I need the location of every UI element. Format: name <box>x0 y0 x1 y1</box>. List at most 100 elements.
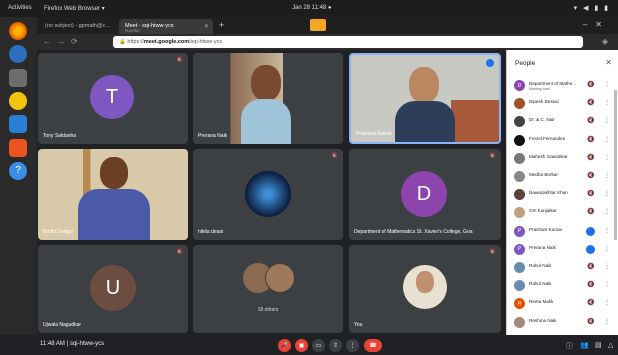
participant-list-item[interactable]: Rahul Naik 🔇 ⋮ <box>514 278 614 294</box>
more-options-icon[interactable]: ⋮ <box>604 281 610 288</box>
help-icon[interactable]: ? <box>9 162 27 180</box>
more-options-icon[interactable]: ⋮ <box>604 81 610 88</box>
back-forward-reload-icons[interactable]: ←→⟳ <box>43 37 84 46</box>
mic-toggle-button[interactable]: 🎤 <box>278 339 291 352</box>
more-options-button[interactable]: ⋮ <box>346 339 359 352</box>
avatar <box>514 152 525 164</box>
camera-toggle-button[interactable]: ▣ <box>295 339 308 352</box>
participant-tile-active-speaker[interactable]: Prashant Kumar <box>349 53 501 144</box>
tab-bar: (no subject) - gpmath@c… Meet - sqi-htww… <box>37 17 618 34</box>
avatar <box>514 134 525 146</box>
participant-name: Medha Borkar <box>529 172 558 177</box>
meeting-info: 11:48 AM | sqi-htww-ycs <box>40 341 105 347</box>
more-options-icon[interactable]: ⋮ <box>604 263 610 270</box>
mic-off-icon[interactable]: 🔇 <box>587 281 594 288</box>
writer-icon[interactable] <box>9 115 27 133</box>
avatar: T <box>90 75 134 119</box>
self-tile[interactable]: 🔇 You <box>349 245 501 333</box>
window-controls[interactable]: –✕ <box>583 20 610 29</box>
clock[interactable]: Jan 28 11:48 ● <box>292 5 332 11</box>
present-button[interactable]: ⇧ <box>329 339 342 352</box>
participant-tile[interactable]: Bodhi Dangui <box>38 149 188 240</box>
activities-button[interactable]: Activities <box>8 5 32 11</box>
participant-list-item[interactable]: Frezel Fernandes 🔇 ⋮ <box>514 133 614 149</box>
mic-off-icon[interactable]: 🔇 <box>587 190 594 197</box>
participant-list-item[interactable]: Medha Borkar 🔇 ⋮ <box>514 169 614 185</box>
files-icon[interactable] <box>9 69 27 87</box>
new-tab-button[interactable]: + <box>219 20 224 30</box>
participant-name: Frezel Fernandes <box>529 135 566 141</box>
more-options-icon[interactable]: ⋮ <box>604 208 610 215</box>
mic-off-icon[interactable]: 🔇 <box>587 81 594 88</box>
more-options-icon[interactable]: ⋮ <box>604 299 610 306</box>
more-options-icon[interactable]: ⋮ <box>604 245 610 252</box>
participant-list-item[interactable]: Nawazakhtar Khan 🔇 ⋮ <box>514 187 614 203</box>
tab-meet[interactable]: Meet - sqi-htww-ycs PLAYING ✕ <box>119 19 213 34</box>
others-tile[interactable]: 18 others <box>193 245 343 333</box>
app-menu[interactable]: Firefox Web Browser ▾ <box>44 5 105 12</box>
mic-off-icon[interactable]: 🔇 <box>587 117 594 124</box>
participant-tile[interactable]: 🔇 nikita desai <box>193 149 343 240</box>
avatar <box>514 280 525 292</box>
software-center-icon[interactable] <box>9 139 27 157</box>
participant-tile[interactable]: Prerana Naik <box>193 53 343 144</box>
participant-list-item[interactable]: Rahul Naik 🔇 ⋮ <box>514 260 614 276</box>
participant-tile[interactable]: U 🔇 Ujwala Nagudkar <box>38 245 188 333</box>
mic-off-icon[interactable]: 🔇 <box>587 172 594 179</box>
more-options-icon[interactable]: ⋮ <box>604 99 610 106</box>
mic-off-icon[interactable]: 🔇 <box>587 208 594 215</box>
dock: ? <box>0 17 37 355</box>
participant-list-item[interactable]: D Department of Mathe… Meeting host 🔇 ⋮ <box>514 78 614 94</box>
participant-list-item[interactable]: P Prerana Naik ⋮ <box>514 242 614 258</box>
participant-list-item[interactable]: Dipesh Dessai 🔇 ⋮ <box>514 96 614 112</box>
avatar <box>514 171 525 182</box>
person-body <box>78 189 150 240</box>
info-icon[interactable]: ⓘ <box>566 341 573 351</box>
participant-tile[interactable]: D 🔇 Department of Mathematics St. Xavier… <box>349 149 501 240</box>
participant-name: Rahul Naik <box>529 281 552 287</box>
more-options-icon[interactable]: ⋮ <box>604 117 610 124</box>
participant-list-item[interactable]: Reshma Naik 🔇 ⋮ <box>514 315 614 331</box>
more-options-icon[interactable]: ⋮ <box>604 190 610 197</box>
close-icon[interactable]: ✕ <box>605 58 612 67</box>
thunderbird-icon[interactable] <box>9 45 27 63</box>
participant-name: Prerana Naik <box>529 244 556 250</box>
captions-button[interactable]: ▭ <box>312 339 325 352</box>
rhythmbox-icon[interactable] <box>9 92 27 110</box>
participant-list-item[interactable]: P Prashant Kumar ⋮ <box>514 224 614 240</box>
participant-tile[interactable]: T 🔇 Tony Saldanha <box>38 53 188 144</box>
more-options-icon[interactable]: ⋮ <box>604 154 610 161</box>
mic-off-icon[interactable]: 🔇 <box>587 299 594 306</box>
activities-icon[interactable]: △ <box>608 341 613 349</box>
mic-off-icon[interactable]: 🔇 <box>587 263 594 270</box>
participant-list-item[interactable]: Dr. & C. Nair 🔇 ⋮ <box>514 114 614 130</box>
scrollbar[interactable] <box>614 90 617 240</box>
mic-off-icon[interactable]: 🔇 <box>587 154 594 161</box>
more-options-icon[interactable]: ⋮ <box>604 172 610 179</box>
mic-off-icon[interactable]: 🔇 <box>587 136 594 143</box>
url-field[interactable]: 🔒 https://meet.google.com/sqi-htww-ycs ☆ <box>113 36 583 48</box>
others-count: 18 others <box>257 307 279 313</box>
participant-list-item[interactable]: R Reeta Malik 🔇 ⋮ <box>514 296 614 312</box>
participant-list-item[interactable]: Mahesh Gawdekar 🔇 ⋮ <box>514 151 614 167</box>
firefox-icon[interactable] <box>9 22 27 40</box>
close-tab-icon[interactable]: ✕ <box>204 23 209 30</box>
participant-name: Dr. & C. Nair <box>529 117 555 123</box>
mic-off-icon[interactable]: 🔇 <box>587 99 594 106</box>
shield-icon[interactable]: ◈ <box>602 37 608 46</box>
mic-off-icon[interactable]: 🔇 <box>587 318 594 325</box>
leave-call-button[interactable]: ☎ <box>364 339 382 352</box>
person-face <box>251 65 281 101</box>
more-options-icon[interactable]: ⋮ <box>604 227 610 234</box>
chat-icon[interactable]: ▤ <box>595 341 602 349</box>
participant-name: Dipesh Dessai <box>529 99 559 105</box>
notification-icon[interactable] <box>310 19 326 31</box>
more-options-icon[interactable]: ⋮ <box>604 136 610 143</box>
participant-list-item[interactable]: Om Kunjalkar 🔇 ⋮ <box>514 205 614 221</box>
system-top-bar: Activities Firefox Web Browser ▾ Jan 28 … <box>0 0 618 17</box>
speaking-indicator-icon <box>586 244 595 254</box>
tab-gmail[interactable]: (no subject) - gpmath@c… <box>39 19 117 34</box>
people-icon[interactable]: 👥 <box>580 341 589 349</box>
more-options-icon[interactable]: ⋮ <box>604 318 610 325</box>
system-tray[interactable]: ▾ ◀ ▮ ▮ <box>574 4 610 12</box>
